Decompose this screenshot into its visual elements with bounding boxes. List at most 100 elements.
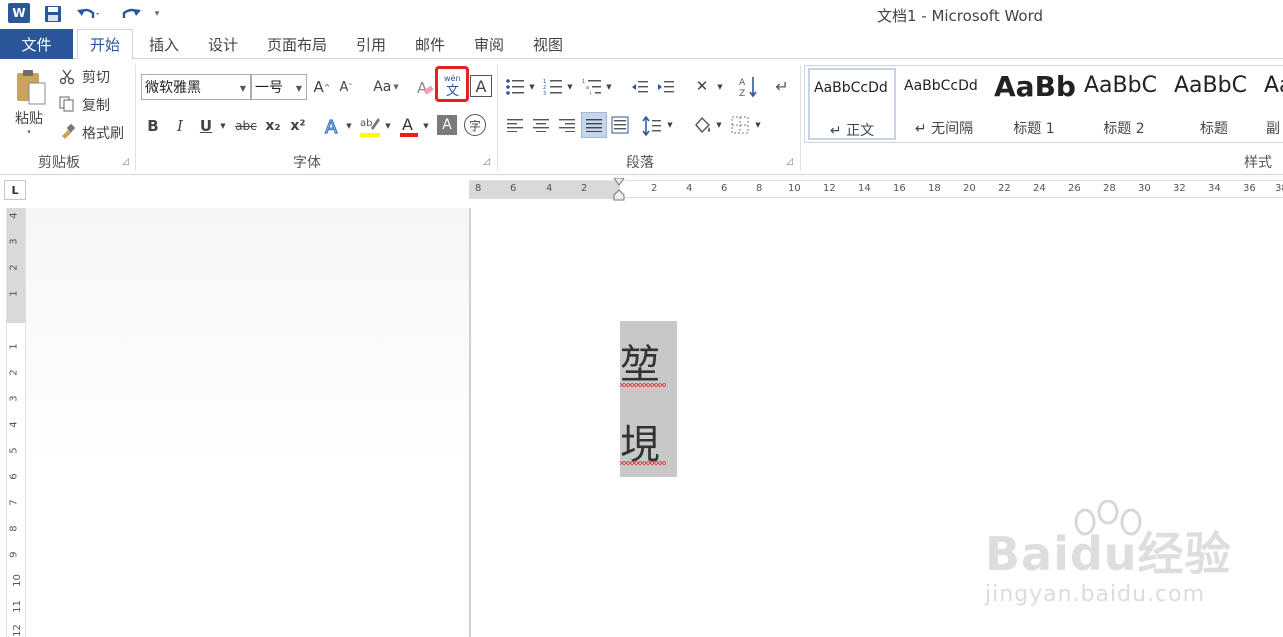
bullets-dropdown-icon[interactable]: ▼ — [527, 79, 537, 95]
ruler-tick-label: 8 — [756, 183, 763, 194]
borders-dropdown-icon[interactable]: ▼ — [753, 117, 763, 133]
customize-toolbar-icon[interactable]: ▾ — [150, 3, 164, 25]
tab-page-layout[interactable]: 页面布局 — [258, 29, 336, 59]
superscript-button[interactable]: x² — [287, 115, 309, 137]
numbering-icon[interactable]: 123 — [542, 77, 564, 97]
paste-icon[interactable] — [12, 67, 50, 107]
watermark-sub: jingyan.baidu.com — [985, 582, 1206, 607]
svg-text:ab: ab — [360, 118, 372, 129]
decrease-indent-icon[interactable] — [630, 77, 650, 97]
ruler-tick-label: 10 — [788, 183, 801, 194]
baidu-watermark: Baidu经验 jingyan.baidu.com — [985, 500, 1245, 610]
ruler-tick-label: 1 — [8, 343, 20, 350]
highlight-color-icon[interactable]: ab — [358, 113, 382, 139]
tab-design[interactable]: 设计 — [197, 29, 249, 59]
multilevel-dropdown-icon[interactable]: ▼ — [604, 79, 614, 95]
format-painter-button[interactable]: 格式刷 — [79, 123, 127, 143]
copy-button[interactable]: 复制 — [79, 95, 113, 115]
numbering-dropdown-icon[interactable]: ▼ — [565, 79, 575, 95]
cut-button[interactable]: 剪切 — [79, 67, 113, 87]
underline-dropdown-icon[interactable]: ▼ — [218, 117, 228, 135]
font-color-icon[interactable]: A — [398, 113, 420, 139]
ruler-tick-label: 32 — [1173, 183, 1186, 194]
character-shading-icon[interactable]: A — [437, 115, 457, 135]
tab-review[interactable]: 审阅 — [463, 29, 515, 59]
shrink-font-icon[interactable]: Aˇ — [336, 77, 356, 97]
tab-file[interactable]: 文件 — [0, 29, 73, 59]
ruler-tick-label: 14 — [858, 183, 871, 194]
shading-icon[interactable] — [690, 114, 714, 138]
font-color-dropdown-icon[interactable]: ▼ — [421, 117, 431, 135]
title-bar: W ▾ 文档1 - Microsoft Word — [0, 0, 1283, 29]
increase-indent-icon[interactable] — [656, 77, 676, 97]
change-case-button[interactable]: Aa ▼ — [368, 77, 404, 97]
multilevel-list-icon[interactable]: 1ai — [581, 77, 603, 97]
ruler-tick-label: 6 — [510, 183, 517, 194]
format-painter-icon[interactable] — [58, 123, 76, 141]
justify-icon[interactable] — [581, 112, 607, 138]
font-group-label: 字体 — [293, 155, 321, 171]
undo-icon[interactable] — [76, 3, 102, 25]
paste-dropdown-icon[interactable]: ▾ — [22, 127, 36, 137]
style-sample: AaBb — [994, 70, 1076, 103]
document-char[interactable]: 堃 — [620, 332, 660, 390]
grow-font-icon[interactable]: A ^ — [312, 77, 332, 97]
indent-marker-icon[interactable] — [613, 177, 625, 202]
clipboard-launcher-icon[interactable]: ◿ — [122, 157, 129, 167]
asian-layout-dropdown-icon[interactable]: ▼ — [715, 79, 725, 95]
style-heading-2[interactable]: AaBbC 标题 2 — [1080, 68, 1168, 140]
align-right-icon[interactable] — [558, 116, 576, 134]
style-normal[interactable]: AaBbCcDd ↵ 正文 — [808, 68, 896, 140]
bullets-icon[interactable] — [504, 77, 526, 97]
strikethrough-button[interactable]: abc — [233, 115, 259, 137]
style-title[interactable]: AaBbC 标题 — [1170, 68, 1258, 140]
align-left-icon[interactable] — [506, 116, 524, 134]
borders-icon[interactable] — [730, 115, 750, 135]
scissors-icon[interactable] — [58, 68, 76, 86]
style-subtitle[interactable]: Aa 副 — [1260, 68, 1283, 140]
word-logo: W — [8, 3, 30, 23]
horizontal-ruler[interactable]: 8 6 4 2 2 4 6 8 10 12 14 16 18 20 22 24 … — [469, 177, 1283, 201]
show-formatting-marks-icon[interactable]: ↵ — [772, 75, 792, 97]
distributed-icon[interactable] — [610, 115, 630, 135]
font-launcher-icon[interactable]: ◿ — [483, 157, 490, 167]
tab-selector[interactable]: L — [4, 180, 26, 200]
underline-button[interactable]: U — [196, 115, 216, 137]
sort-icon[interactable]: AZ — [737, 74, 759, 100]
clear-formatting-icon[interactable]: A — [414, 77, 436, 99]
line-spacing-dropdown-icon[interactable]: ▼ — [665, 117, 675, 133]
tab-view[interactable]: 视图 — [522, 29, 574, 59]
italic-button[interactable]: I — [171, 115, 189, 137]
style-no-spacing[interactable]: AaBbCcDd ↵ 无间隔 — [900, 68, 988, 140]
save-icon[interactable] — [44, 3, 62, 25]
tab-mailings[interactable]: 邮件 — [404, 29, 456, 59]
ruler-tick-label: 4 — [686, 183, 693, 194]
tab-insert[interactable]: 插入 — [138, 29, 190, 59]
tab-references[interactable]: 引用 — [345, 29, 397, 59]
font-family-select[interactable]: 微软雅黑 ▼ — [141, 74, 251, 100]
font-family-value: 微软雅黑 — [145, 80, 201, 96]
font-size-select[interactable]: 一号 ▼ — [251, 74, 307, 100]
copy-icon[interactable] — [58, 95, 76, 113]
line-spacing-icon[interactable] — [641, 115, 663, 137]
text-effects-dropdown-icon[interactable]: ▼ — [344, 117, 354, 135]
highlight-dropdown-icon[interactable]: ▼ — [383, 117, 393, 135]
shading-dropdown-icon[interactable]: ▼ — [714, 117, 724, 133]
paste-button[interactable]: 粘贴 — [8, 108, 50, 128]
vertical-ruler[interactable]: 4 3 2 1 1 2 3 4 5 6 7 8 9 10 11 12 — [6, 208, 26, 637]
redo-icon[interactable] — [118, 3, 144, 25]
text-effects-icon[interactable]: A — [322, 114, 344, 138]
asian-layout-icon[interactable]: ✕ — [689, 75, 715, 97]
enclose-characters-icon[interactable]: 字 — [464, 114, 486, 136]
tab-home[interactable]: 开始 — [77, 29, 133, 60]
bold-button[interactable]: B — [144, 115, 162, 137]
paragraph-launcher-icon[interactable]: ◿ — [786, 157, 793, 167]
ruler-tick-label: 38 — [1275, 183, 1283, 194]
subscript-button[interactable]: x₂ — [262, 115, 284, 137]
ruler-tick-label: 34 — [1208, 183, 1221, 194]
ruler-tick-label: 10 — [11, 574, 23, 587]
align-center-icon[interactable] — [532, 116, 550, 134]
group-divider — [135, 65, 136, 171]
character-border-icon[interactable]: A — [470, 75, 492, 97]
style-heading-1[interactable]: AaBb 标题 1 — [990, 68, 1078, 140]
